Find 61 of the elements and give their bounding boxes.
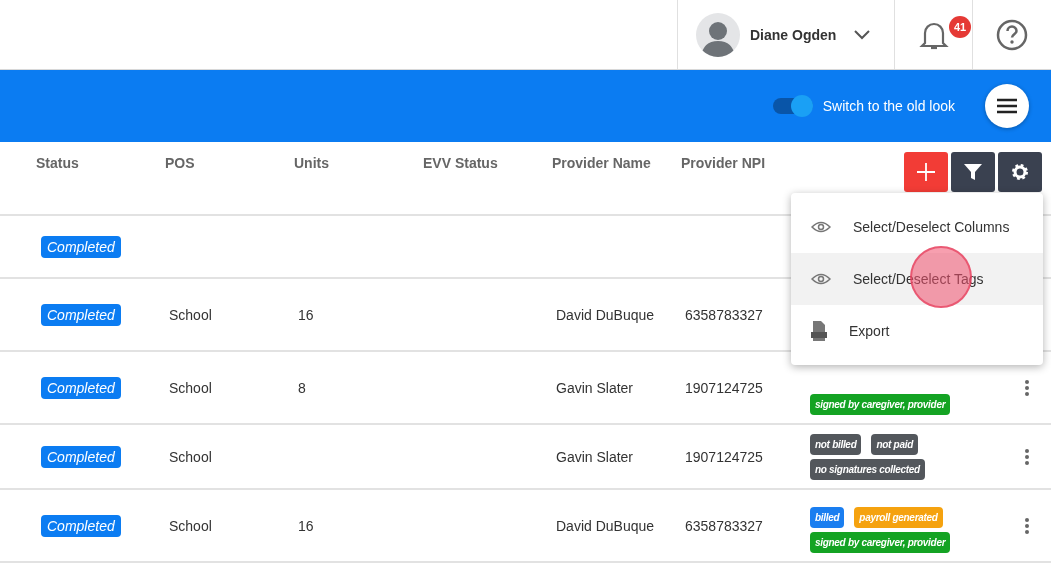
plus-icon — [917, 163, 935, 181]
avatar-silhouette — [696, 12, 740, 57]
table-cell-text: School — [168, 448, 213, 465]
status-badge: Completed — [41, 445, 121, 468]
table-cell-text: School — [168, 379, 213, 396]
user-name[interactable]: Diane Ogden — [750, 26, 837, 43]
more-options-button[interactable] — [1025, 517, 1029, 534]
menu-item[interactable]: Select/Deselect Columns — [791, 201, 1043, 253]
column-header[interactable]: EVV Status — [423, 142, 552, 171]
column-header[interactable]: POS — [165, 142, 294, 171]
table-cell-text: 16 — [297, 517, 315, 534]
table-cell-text: David DuBuque — [555, 517, 656, 534]
table-cell-text: School — [168, 306, 213, 323]
table-cell-text: 1907124725 — [684, 448, 764, 465]
settings-icon — [1011, 163, 1029, 181]
table-cell-text: School — [168, 517, 213, 534]
status-badge: Completed — [41, 303, 121, 326]
chevron-down-icon[interactable] — [854, 29, 871, 40]
eye-icon — [811, 273, 831, 285]
table-cell-text: Gavin Slater — [555, 379, 635, 396]
column-header[interactable]: Status — [36, 142, 165, 171]
tag: signed by caregiver, provider — [810, 532, 951, 553]
tag: billed — [810, 507, 845, 528]
help-icon[interactable] — [996, 18, 1028, 51]
tag: signed by caregiver, provider — [810, 394, 951, 415]
menu-item[interactable]: Export — [791, 305, 1043, 357]
table-cell-text: 8 — [297, 379, 307, 396]
tag: payroll generated — [854, 507, 943, 528]
kebab-icon — [1025, 448, 1029, 465]
menu-item-label: Export — [849, 323, 890, 339]
filter-icon — [964, 163, 982, 181]
eye-icon — [811, 221, 831, 233]
table-cell-text: 6358783327 — [684, 517, 764, 534]
tag: not paid — [871, 434, 918, 455]
menu-button[interactable] — [985, 84, 1029, 128]
table-cell-text: 1907124725 — [684, 379, 764, 396]
column-header[interactable]: Provider Name — [552, 142, 681, 171]
table-cell-text: David DuBuque — [555, 306, 656, 323]
menu-icon — [997, 98, 1017, 114]
kebab-icon — [1025, 379, 1029, 396]
column-header[interactable]: Provider NPI — [681, 142, 810, 171]
filter-button[interactable] — [951, 152, 995, 192]
table-cell-text: 6358783327 — [684, 306, 764, 323]
toggle-switch[interactable] — [772, 98, 813, 114]
table-cell-text: 16 — [297, 306, 315, 323]
status-badge: Completed — [41, 514, 121, 537]
more-options-button[interactable] — [1025, 379, 1029, 396]
table-cell-text: Gavin Slater — [555, 448, 635, 465]
column-header[interactable]: Units — [294, 142, 423, 171]
status-badge: Completed — [41, 376, 121, 399]
add-button[interactable] — [904, 152, 948, 192]
menu-item-label: Select/Deselect Columns — [853, 219, 1010, 235]
spreadsheet-file-icon — [811, 321, 827, 341]
settings-button[interactable] — [998, 152, 1042, 192]
notification-badge: 41 — [949, 16, 971, 38]
tag: no signatures collected — [810, 459, 925, 480]
tag: not billed — [810, 434, 862, 455]
more-options-button[interactable] — [1025, 448, 1029, 465]
status-badge: Completed — [41, 235, 121, 258]
switch-label: Switch to the old look — [822, 98, 955, 114]
kebab-icon — [1025, 517, 1029, 534]
